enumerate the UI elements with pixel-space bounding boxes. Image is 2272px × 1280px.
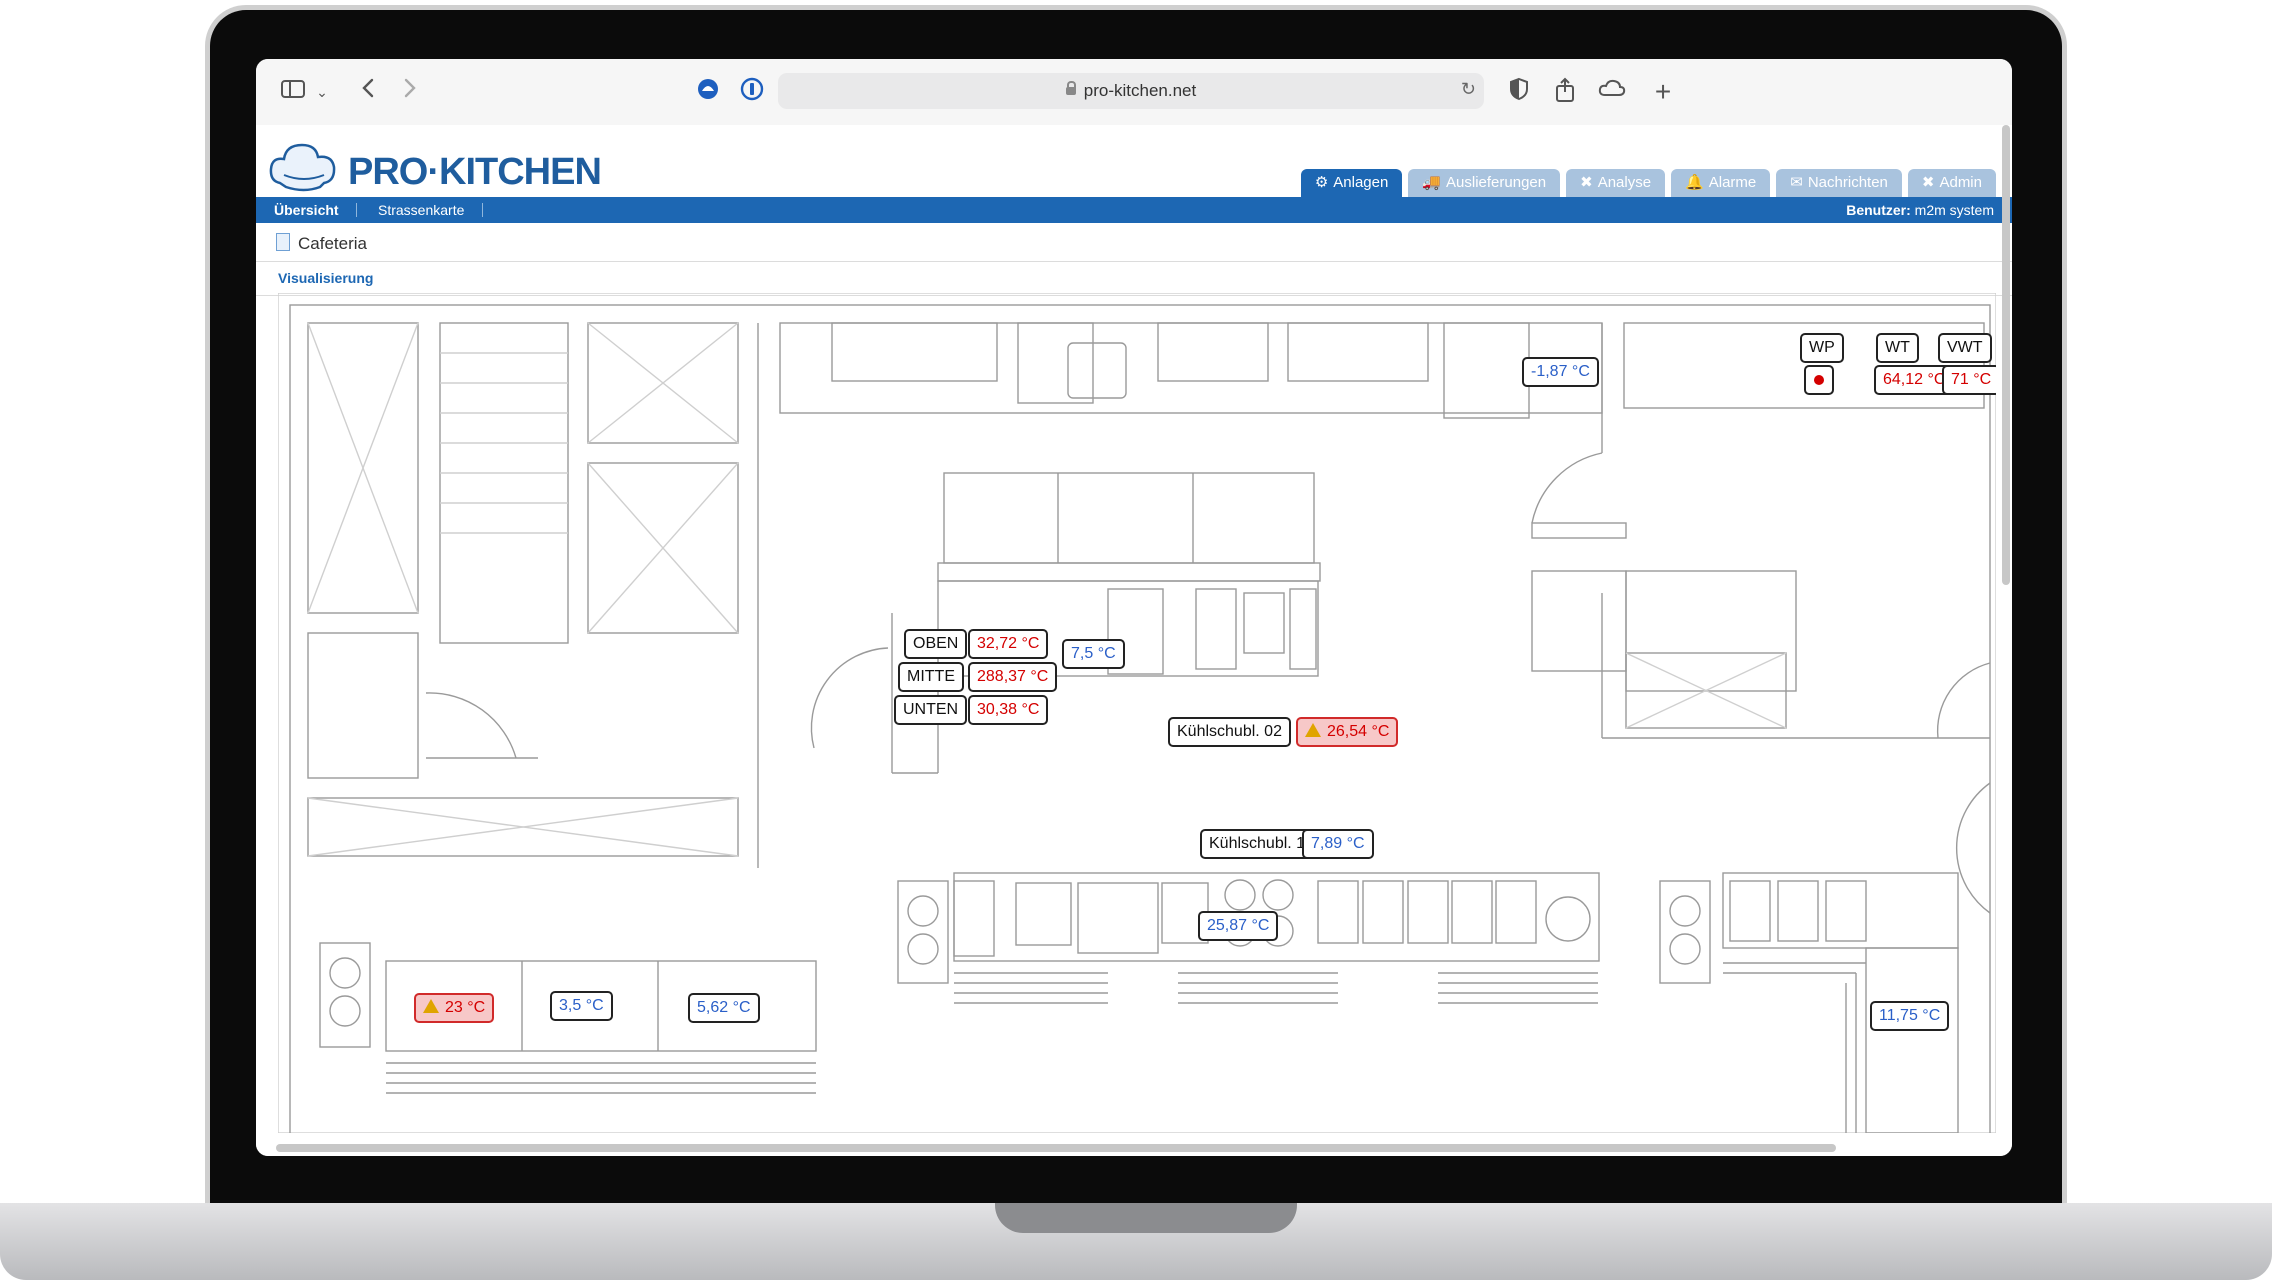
floor-plan-drawing (278, 293, 1996, 1133)
app-root: PRO·KITCHEN ⚙ Anlagen 🚚 Auslieferungen ✖ An… (256, 125, 2012, 1156)
bell-icon: 🔔 (1685, 174, 1704, 191)
nav-ubersicht[interactable]: Übersicht (274, 197, 339, 223)
user-info: Benutzer: m2m system (1846, 202, 1994, 218)
url-text: pro-kitchen.net (1083, 81, 1197, 100)
sidebar-icon[interactable] (278, 77, 308, 107)
back-icon[interactable] (356, 77, 380, 107)
sensor-value-cooler[interactable]: -1,87 °C (1522, 357, 1599, 387)
tab-alarme[interactable]: 🔔 Alarme (1671, 169, 1771, 197)
sensor-value-kuehlschubl-02[interactable]: 26,54 °C (1296, 717, 1399, 747)
cloud-icon[interactable] (1596, 77, 1628, 107)
horizontal-scrollbar[interactable] (276, 1144, 1836, 1152)
chevron-down-icon[interactable]: ⌄ (314, 77, 330, 107)
breadcrumb[interactable]: Cafeteria (276, 227, 367, 261)
gear-icon: ⚙ (1314, 174, 1329, 191)
sensor-value-lower-left-3[interactable]: 5,62 °C (688, 993, 760, 1023)
address-bar[interactable]: pro-kitchen.net ↻ (778, 73, 1484, 109)
sensor-value-kuehlschubl-1[interactable]: 7,89 °C (1302, 829, 1374, 859)
reload-icon[interactable]: ↻ (1461, 79, 1476, 100)
browser-toolbar: ⌄ pro-kitchen.net ↻ + (256, 59, 2012, 126)
sensor-value-lower-left-2[interactable]: 3,5 °C (550, 991, 613, 1021)
sensor-label-kuehlschubl-02: Kühlschubl. 02 (1168, 717, 1291, 747)
wrench-icon: ✖ (1921, 174, 1935, 191)
breadcrumb-label: Cafeteria (298, 234, 367, 253)
nav-divider (482, 203, 483, 217)
mail-icon: ✉ (1790, 174, 1803, 191)
nav-divider (356, 203, 357, 217)
sensor-value-vwt[interactable]: 71 °C (1942, 365, 1996, 395)
tab-auslieferungen[interactable]: 🚚 Auslieferungen (1408, 169, 1561, 197)
sensor-label-vwt: VWT (1938, 333, 1992, 363)
tab-anlagen[interactable]: ⚙ Anlagen (1300, 169, 1403, 197)
forward-icon[interactable] (398, 77, 422, 107)
document-icon (276, 233, 290, 251)
tab-visualisierung[interactable]: Visualisierung (278, 265, 373, 291)
sensor-value-unten[interactable]: 30,38 °C (968, 695, 1049, 725)
sensor-label-unten: UNTEN (894, 695, 968, 725)
sensor-label-oben: OBEN (904, 629, 968, 659)
sub-navbar: Übersicht Strassenkarte Benutzer: m2m sy… (256, 197, 2012, 223)
sensor-label-mitte: MITTE (898, 662, 964, 692)
laptop-notch (995, 1203, 1297, 1233)
share-icon[interactable] (1552, 77, 1578, 107)
sensor-label-kuehlschubl-1: Kühlschubl. 1 (1200, 829, 1315, 859)
vertical-scrollbar[interactable] (2002, 125, 2010, 585)
extension-blue-icon[interactable] (694, 77, 722, 107)
nav-strassenkarte[interactable]: Strassenkarte (378, 197, 464, 223)
chef-hat-icon (269, 143, 336, 192)
tab-admin[interactable]: ✖ Admin (1907, 169, 1996, 197)
sensor-value-lower-right[interactable]: 11,75 °C (1870, 1001, 1950, 1031)
floor-plan: OBEN 32,72 °C MITTE 288,37 °C UNTEN 30,3… (278, 293, 1996, 1133)
truck-icon: 🚚 (1422, 174, 1442, 191)
shield-icon[interactable] (1506, 77, 1532, 107)
warning-icon (423, 999, 439, 1013)
browser-window: ⌄ pro-kitchen.net ↻ + PRO·KITCHEN ⚙ Anla… (256, 59, 2012, 1156)
status-dot-wp[interactable] (1804, 365, 1834, 395)
user-name: m2m system (1914, 202, 1994, 218)
sensor-value-lower-left-1[interactable]: 23 °C (414, 993, 495, 1023)
tab-analyse[interactable]: ✖ Analyse (1566, 169, 1666, 197)
tab-nachrichten[interactable]: ✉ Nachrichten (1776, 169, 1902, 197)
plus-icon[interactable]: + (1650, 77, 1676, 107)
sensor-value-center[interactable]: 7,5 °C (1062, 639, 1125, 669)
sensor-label-wt: WT (1876, 333, 1919, 363)
warning-icon (1305, 723, 1321, 737)
divider (256, 261, 2012, 262)
tools-icon: ✖ (1580, 174, 1593, 191)
sensor-value-mitte[interactable]: 288,37 °C (968, 662, 1058, 692)
main-tabs: ⚙ Anlagen 🚚 Auslieferungen ✖ Analyse 🔔 Alarm… (1300, 169, 1996, 197)
logo-text: PRO·KITCHEN (348, 151, 602, 193)
sensor-label-wp: WP (1800, 333, 1844, 363)
lock-icon (1065, 81, 1076, 95)
sensor-value-line-mid[interactable]: 25,87 °C (1198, 911, 1279, 941)
password-icon[interactable] (738, 77, 766, 107)
sensor-value-oben[interactable]: 32,72 °C (968, 629, 1049, 659)
